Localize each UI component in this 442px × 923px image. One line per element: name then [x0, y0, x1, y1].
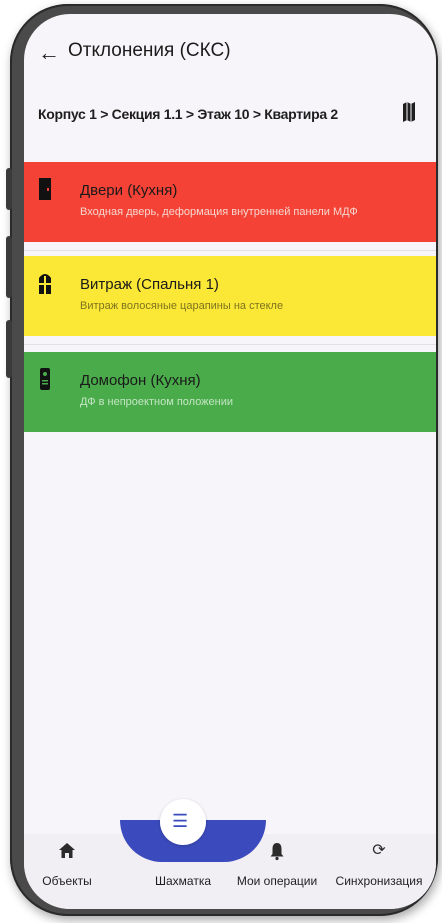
- deviation-item-doors[interactable]: Двери (Кухня) Входная дверь, деформация …: [24, 162, 436, 242]
- item-subtitle: Входная дверь, деформация внутренней пан…: [80, 206, 358, 218]
- nav-label: Мои операции: [236, 874, 318, 888]
- back-arrow-icon[interactable]: ←: [38, 40, 60, 66]
- window-icon: [39, 274, 51, 294]
- item-subtitle: ДФ в непроектном положении: [80, 396, 234, 408]
- phone-side-button: [6, 320, 12, 378]
- divider: [24, 344, 436, 345]
- home-icon: [59, 843, 75, 858]
- item-subtitle: Витраж волосяные царапины на стекле: [80, 300, 284, 312]
- nav-item-chessboard[interactable]: Шахматка: [138, 840, 228, 888]
- door-icon: [39, 178, 51, 200]
- nav-item-sync[interactable]: ⟳ Синхронизация: [334, 840, 424, 888]
- app-bar: ← Отклонения (СКС): [24, 14, 436, 84]
- page-title: Отклонения (СКС): [68, 40, 231, 61]
- sync-icon: ⟳: [372, 842, 386, 859]
- item-title: Домофон (Кухня): [80, 372, 201, 389]
- checklist-icon: ☰: [172, 811, 189, 831]
- phone-side-button: [6, 236, 12, 298]
- nav-label: Шахматка: [154, 874, 211, 888]
- divider: [24, 250, 436, 251]
- deviation-item-intercom[interactable]: Домофон (Кухня) ДФ в непроектном положен…: [24, 352, 436, 432]
- bell-icon: [270, 843, 284, 861]
- phone-side-button: [6, 168, 12, 210]
- deviation-item-window[interactable]: Витраж (Спальня 1) Витраж волосяные цара…: [24, 256, 436, 336]
- nav-item-objects[interactable]: Объекты: [24, 840, 112, 888]
- nav-item-my-operations[interactable]: Мои операции: [232, 840, 322, 888]
- item-title: Витраж (Спальня 1): [80, 276, 219, 293]
- chessboard-fab[interactable]: ☰: [160, 799, 206, 845]
- breadcrumb-row: Корпус 1 > Секция 1.1 > Этаж 10 > Кварти…: [24, 100, 436, 134]
- screen: ← Отклонения (СКС) Корпус 1 > Секция 1.1…: [24, 14, 436, 909]
- nav-label: Объекты: [42, 874, 92, 888]
- intercom-icon: [40, 368, 50, 390]
- nav-label: Синхронизация: [335, 874, 423, 888]
- breadcrumb: Корпус 1 > Секция 1.1 > Этаж 10 > Кварти…: [38, 106, 338, 122]
- map-icon[interactable]: [402, 102, 416, 122]
- item-title: Двери (Кухня): [80, 182, 178, 199]
